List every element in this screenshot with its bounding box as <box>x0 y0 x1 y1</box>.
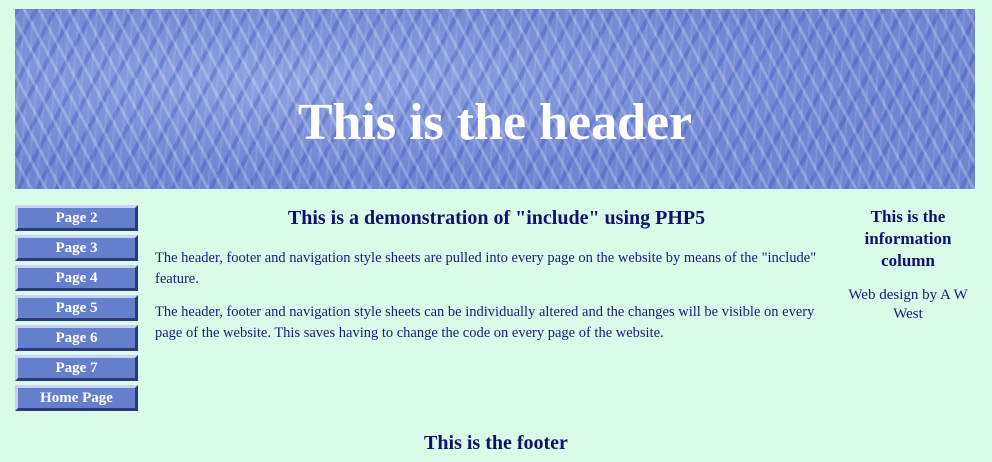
nav-button-page-7[interactable]: Page 7 <box>15 355 138 381</box>
information-column: This is the information column Web desig… <box>845 206 971 324</box>
info-column-title: This is the information column <box>864 207 952 270</box>
nav-button-page-3[interactable]: Page 3 <box>15 235 138 261</box>
web-design-credit: Web design by A W West <box>848 287 968 322</box>
nav-button-page-6[interactable]: Page 6 <box>15 325 138 351</box>
nav-button-page-5[interactable]: Page 5 <box>15 295 138 321</box>
header-title: This is the header <box>297 94 693 151</box>
main-paragraph: The header, footer and navigation style … <box>155 304 815 341</box>
footer: This is the footer <box>424 432 568 454</box>
nav-button-page-4[interactable]: Page 4 <box>15 265 138 291</box>
main-title: This is a demonstration of "include" usi… <box>287 207 706 229</box>
nav-button-page-2[interactable]: Page 2 <box>15 205 138 231</box>
main-content: This is a demonstration of "include" usi… <box>155 205 838 344</box>
main-paragraph: The header, footer and navigation style … <box>155 250 817 287</box>
nav-button-home-page[interactable]: Home Page <box>15 385 138 411</box>
navigation-menu: Page 2 Page 3 Page 4 Page 5 Page 6 Page … <box>15 205 138 415</box>
header-banner: This is the header <box>15 9 975 189</box>
